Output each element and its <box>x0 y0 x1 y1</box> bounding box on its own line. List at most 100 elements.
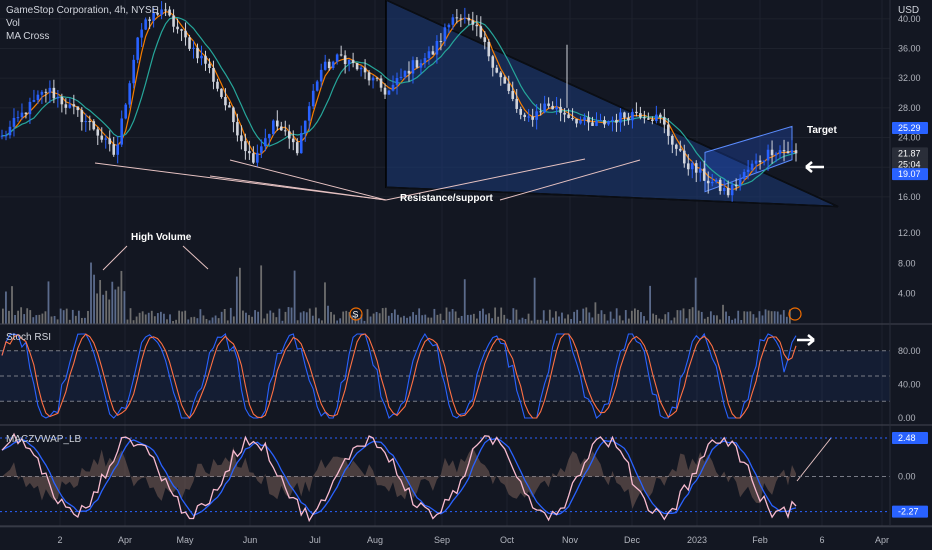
support-trend-line <box>229 159 387 201</box>
candle-body <box>363 67 367 73</box>
volume-bar <box>558 316 560 324</box>
candle-body <box>411 60 415 74</box>
candle-body <box>28 101 32 115</box>
candle-body <box>758 160 762 163</box>
candle-body <box>299 133 303 154</box>
candle-body <box>339 54 343 56</box>
candle-body <box>671 135 674 145</box>
volume-bar <box>87 310 89 324</box>
candle-body <box>116 144 120 155</box>
volume-bar <box>77 310 80 324</box>
candle-body <box>96 129 100 136</box>
volume-bar <box>409 316 411 324</box>
volume-bar <box>497 316 500 324</box>
volume-bar <box>248 315 250 324</box>
volume-bar <box>375 311 378 324</box>
candle-body <box>272 120 275 135</box>
volume-bar <box>211 317 214 324</box>
volume-bar <box>381 308 384 324</box>
candle-body <box>694 163 698 173</box>
candle-body <box>407 70 411 74</box>
symbol-title[interactable]: GameStop Corporation, 4h, NYSE <box>6 5 158 17</box>
chart-canvas[interactable]: S 40.00 36.00 32.00 28.00 24.00 2 0.00 16.00 25.… <box>0 0 932 550</box>
candle-body <box>595 121 598 126</box>
candle-body <box>718 179 722 192</box>
volume-bar <box>576 309 579 324</box>
candle-body <box>547 103 550 106</box>
candle-body <box>443 27 447 42</box>
descending-triangle-drawing[interactable] <box>385 0 839 208</box>
earnings-badge-icon <box>788 307 802 321</box>
time-axis-tick: Jun <box>243 535 258 545</box>
candle-body <box>563 112 566 115</box>
volume-bar <box>263 318 266 324</box>
volume-legend[interactable]: Vol <box>6 18 20 30</box>
macd-axis-tick: -2.27 <box>898 507 919 517</box>
volume-bar <box>506 318 509 324</box>
candle-body <box>471 20 475 25</box>
volume-bar <box>697 310 700 324</box>
candle-body <box>315 81 319 91</box>
volume-bar <box>694 277 697 324</box>
candle-body <box>790 150 794 154</box>
volume-bar <box>302 311 305 324</box>
candle-body <box>551 105 554 110</box>
volume-bar <box>93 274 95 324</box>
volume-bar <box>530 320 533 324</box>
volume-bar <box>421 315 424 324</box>
ma-cross-legend[interactable]: MA Cross <box>6 31 49 43</box>
volume-bar <box>68 319 71 324</box>
candle-body <box>742 171 746 179</box>
volume-bar <box>287 307 290 324</box>
candle-body <box>710 181 714 184</box>
candle-body <box>8 126 12 136</box>
volume-bar <box>703 318 706 324</box>
candle-body <box>475 24 479 27</box>
volume-bar <box>181 311 184 324</box>
volume-bar <box>618 315 621 324</box>
time-axis[interactable]: 2 Apr May Jun Jul Aug Sep Oct Nov Dec 2023 Feb 6 Apr <box>0 526 932 545</box>
candle-body <box>531 116 534 120</box>
stoch-rsi-legend[interactable]: Stoch RSI <box>6 332 51 344</box>
candle-body <box>599 120 602 122</box>
candle-body <box>734 184 738 187</box>
macd-legend[interactable]: MACZVWAP_LB <box>6 434 81 446</box>
volume-bar <box>129 308 132 324</box>
candle-body <box>228 105 231 108</box>
volume-bar <box>688 309 691 324</box>
candle-body <box>52 87 56 99</box>
candle-body <box>343 55 347 65</box>
candle-body <box>4 135 8 137</box>
price-pointer-arrow <box>805 161 824 173</box>
candle-body <box>347 59 351 65</box>
candle-body <box>651 119 654 121</box>
volume-bar <box>451 309 454 324</box>
candle-body <box>20 112 24 118</box>
volume-bar <box>536 319 539 324</box>
candle-body <box>208 63 211 69</box>
candle-body <box>511 90 515 99</box>
volume-bar <box>166 319 168 324</box>
candle-body <box>647 118 650 120</box>
volume-bar <box>676 310 679 324</box>
volume-bar <box>90 262 92 324</box>
volume-axis-tick: 12.00 <box>898 228 921 238</box>
candle-body <box>794 150 798 154</box>
price-axis[interactable]: 40.0036.0032.0028.0024.0020.0016.0025.29… <box>892 14 928 518</box>
candle-body <box>48 87 52 93</box>
volume-bar <box>384 307 387 324</box>
candle-body <box>124 104 127 119</box>
candle-body <box>527 116 530 118</box>
time-axis-tick: Apr <box>875 535 889 545</box>
time-axis-tick: 2023 <box>687 535 707 545</box>
volume-bar <box>403 315 405 324</box>
volume-bar <box>472 313 475 324</box>
volume-bar <box>345 310 348 324</box>
candle-body <box>236 122 239 136</box>
volume-bar <box>26 308 29 324</box>
volume-bar <box>682 308 685 324</box>
candle-body <box>160 9 163 15</box>
volume-bar <box>424 314 427 324</box>
candle-body <box>786 151 790 154</box>
candle-body <box>132 59 135 84</box>
